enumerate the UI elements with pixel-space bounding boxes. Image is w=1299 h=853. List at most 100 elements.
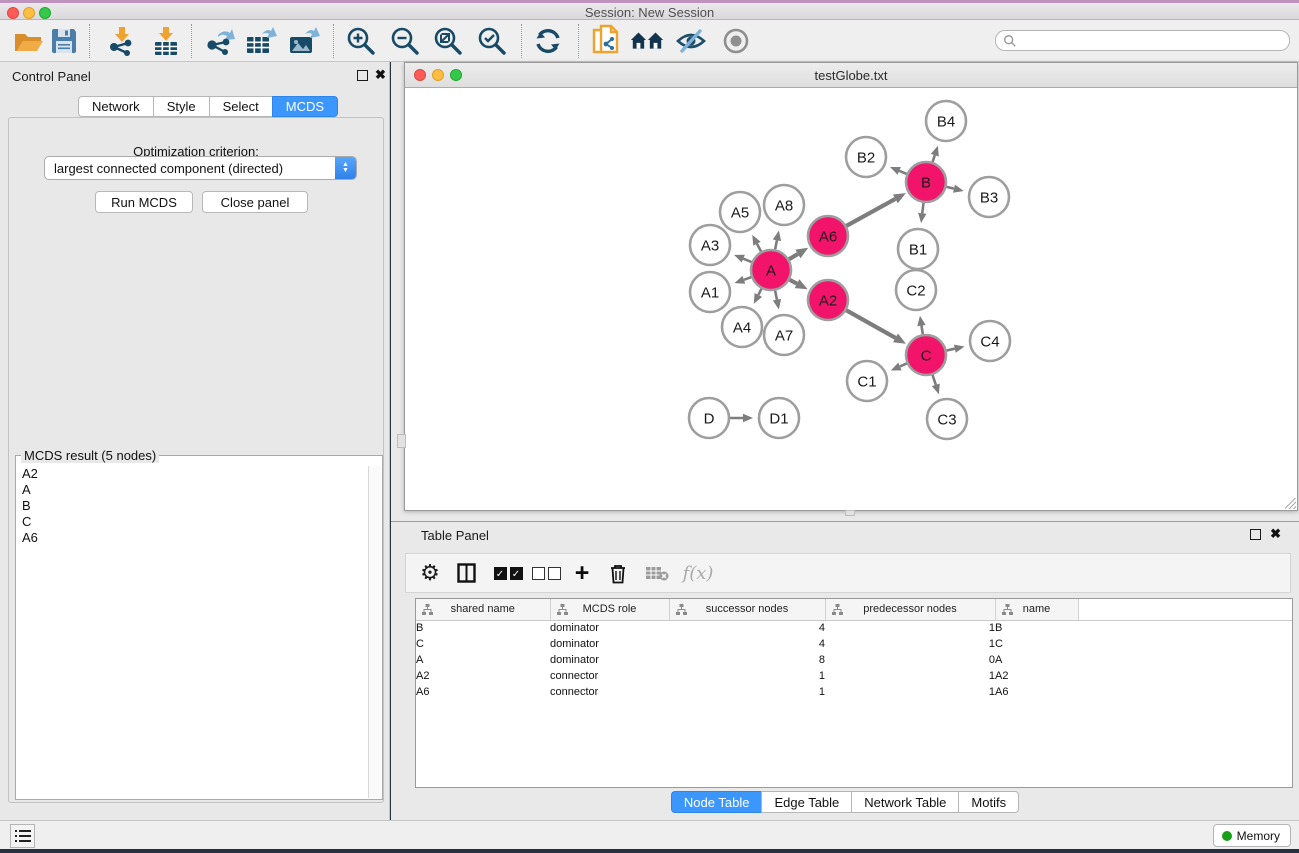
table-cell[interactable]: A2 [995, 668, 1078, 684]
node-table[interactable]: shared nameMCDS rolesuccessor nodesprede… [415, 598, 1293, 788]
node-A8[interactable]: A8 [764, 185, 804, 225]
network-canvas[interactable]: B4B2BB3B1A5A8A6A3AA1A2C2A4A7C4CC1C3DD1 [405, 88, 1297, 510]
close-panel-button[interactable]: Close panel [202, 191, 308, 213]
import-table-button[interactable] [148, 23, 184, 59]
run-mcds-button[interactable]: Run MCDS [95, 191, 193, 213]
table-cell[interactable]: dominator [550, 620, 669, 636]
table-row[interactable]: Adominator80A [416, 652, 1293, 668]
column-header-name[interactable]: name [995, 599, 1078, 620]
column-header-shared-name[interactable]: shared name [416, 599, 550, 620]
delete-column-button[interactable] [602, 554, 634, 592]
table-row[interactable]: A2connector11A2 [416, 668, 1293, 684]
node-A4[interactable]: A4 [722, 307, 762, 347]
table-cell[interactable]: 1 [825, 636, 995, 652]
mcds-result-item[interactable]: A [17, 482, 368, 498]
float-panel-icon[interactable] [1250, 529, 1261, 540]
node-C3[interactable]: C3 [927, 399, 967, 439]
zoom-selected-button[interactable] [474, 23, 510, 59]
task-history-button[interactable] [10, 824, 35, 848]
tab-node-table[interactable]: Node Table [671, 791, 762, 813]
table-cell[interactable]: 8 [669, 652, 825, 668]
mcds-result-item[interactable]: A6 [17, 530, 368, 546]
save-session-button[interactable] [46, 23, 82, 59]
table-cell[interactable]: A [995, 652, 1078, 668]
node-D1[interactable]: D1 [759, 398, 799, 438]
window-resize-grip[interactable] [1285, 498, 1296, 509]
zoom-in-button[interactable] [343, 23, 379, 59]
table-row[interactable]: Cdominator41C [416, 636, 1293, 652]
memory-button[interactable]: Memory [1213, 824, 1291, 847]
home-layout-button[interactable] [629, 23, 665, 59]
import-network-button[interactable] [103, 23, 139, 59]
table-cell[interactable]: A6 [416, 684, 550, 700]
delete-table-button[interactable] [640, 554, 674, 592]
table-cell[interactable]: 1 [825, 668, 995, 684]
table-cell[interactable]: 1 [669, 684, 825, 700]
table-row[interactable]: Bdominator41B [416, 620, 1293, 636]
table-cell[interactable]: B [995, 620, 1078, 636]
tab-network[interactable]: Network [78, 96, 153, 117]
zoom-out-button[interactable] [387, 23, 423, 59]
table-settings-button[interactable]: ⚙ [414, 554, 446, 592]
hide-graphics-details-button[interactable] [673, 23, 709, 59]
tab-edge-table[interactable]: Edge Table [761, 791, 851, 813]
refresh-button[interactable] [530, 23, 566, 59]
table-cell[interactable]: A6 [995, 684, 1078, 700]
table-cell[interactable]: 1 [669, 668, 825, 684]
column-header-predecessor-nodes[interactable]: predecessor nodes [825, 599, 995, 620]
node-A7[interactable]: A7 [764, 315, 804, 355]
splitter-handle-horizontal[interactable] [845, 510, 855, 516]
mcds-result-scrollbar[interactable] [368, 466, 381, 798]
close-panel-icon[interactable]: ✖ [1270, 526, 1281, 542]
open-session-button[interactable] [10, 23, 46, 59]
tab-mcds[interactable]: MCDS [272, 96, 338, 117]
table-cell[interactable]: connector [550, 668, 669, 684]
splitter-handle-vertical[interactable] [397, 434, 406, 448]
select-all-button[interactable]: ✓ ✓ [490, 554, 526, 592]
table-cell[interactable]: dominator [550, 652, 669, 668]
float-panel-icon[interactable] [357, 70, 368, 81]
node-B3[interactable]: B3 [969, 177, 1009, 217]
table-cell[interactable]: 4 [669, 620, 825, 636]
add-column-button[interactable]: + [566, 554, 598, 592]
table-cell[interactable]: connector [550, 684, 669, 700]
close-panel-icon[interactable]: ✖ [375, 67, 386, 83]
column-header-MCDS-role[interactable]: MCDS role [550, 599, 669, 620]
clone-network-button[interactable] [588, 23, 624, 59]
table-cell[interactable]: C [416, 636, 550, 652]
deselect-all-button[interactable] [528, 554, 564, 592]
table-cell[interactable]: 1 [825, 620, 995, 636]
column-header-successor-nodes[interactable]: successor nodes [669, 599, 825, 620]
node-A1[interactable]: A1 [690, 272, 730, 312]
node-A3[interactable]: A3 [690, 225, 730, 265]
tab-motifs[interactable]: Motifs [958, 791, 1019, 813]
function-builder-button[interactable]: f(x) [678, 554, 718, 592]
node-A6[interactable]: A6 [808, 216, 848, 256]
node-B[interactable]: B [906, 162, 946, 202]
tab-style[interactable]: Style [153, 96, 209, 117]
node-C1[interactable]: C1 [847, 361, 887, 401]
tab-select[interactable]: Select [209, 96, 272, 117]
table-cell[interactable]: B [416, 620, 550, 636]
network-window-titlebar[interactable]: testGlobe.txt [405, 63, 1297, 88]
mcds-result-item[interactable]: B [17, 498, 368, 514]
tab-network-table[interactable]: Network Table [851, 791, 958, 813]
criterion-dropdown[interactable]: largest connected component (directed) ▲… [44, 156, 357, 180]
node-C[interactable]: C [906, 335, 946, 375]
mcds-result-item[interactable]: C [17, 514, 368, 530]
node-D[interactable]: D [689, 398, 729, 438]
search-field[interactable] [995, 30, 1290, 51]
node-B2[interactable]: B2 [846, 137, 886, 177]
table-cell[interactable]: dominator [550, 636, 669, 652]
table-cell[interactable]: A2 [416, 668, 550, 684]
export-table-button[interactable] [243, 23, 279, 59]
table-cell[interactable]: 1 [825, 684, 995, 700]
node-A5[interactable]: A5 [720, 192, 760, 232]
table-cell[interactable]: 0 [825, 652, 995, 668]
node-C4[interactable]: C4 [970, 321, 1010, 361]
node-C2[interactable]: C2 [896, 270, 936, 310]
show-graphics-details-button[interactable] [718, 23, 754, 59]
mcds-result-list[interactable]: A2ABCA6 [17, 466, 368, 798]
mcds-result-item[interactable]: A2 [17, 466, 368, 482]
node-B1[interactable]: B1 [898, 229, 938, 269]
